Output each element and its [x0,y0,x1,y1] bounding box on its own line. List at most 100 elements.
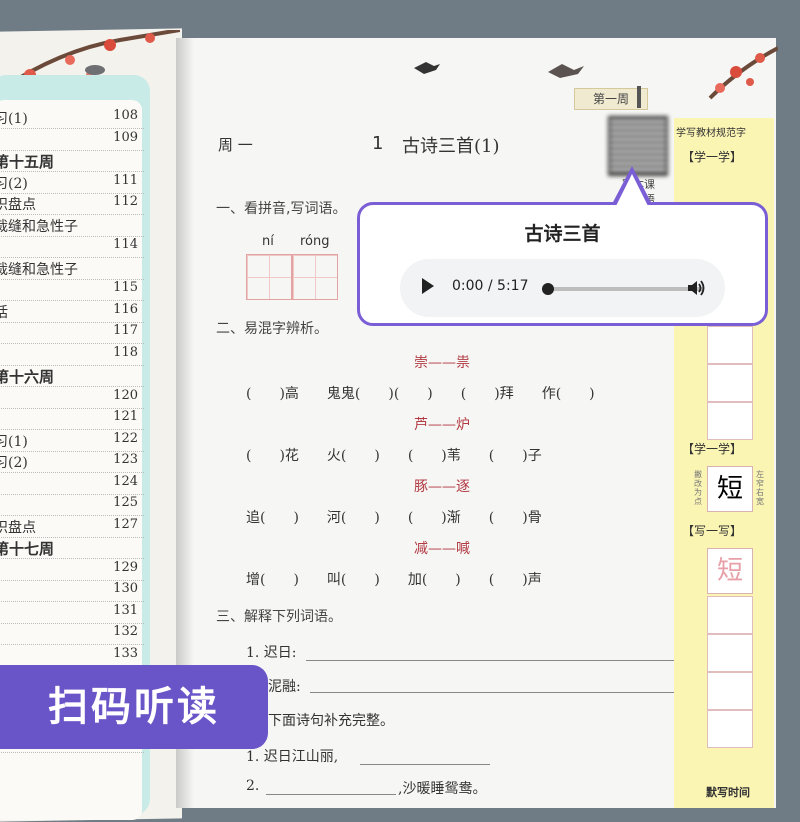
poem-item: ,沙暖睡鸳鸯。 [398,781,487,797]
toc-entry: 括 116 [0,302,144,324]
toc-entry-page: 131 [113,602,138,618]
toc-entry-page: 115 [113,280,138,295]
progress-thumb[interactable] [542,283,554,295]
toc-entry: 识盘点 112 [0,194,144,216]
write-label: 【写一写】 [682,524,743,538]
toc-entry: 132 [0,624,144,646]
toc-entry-page: 116 [113,301,138,317]
toc-entry-page: 125 [113,495,138,510]
define-item: 泥融: [268,679,301,695]
trace-character: 短 [707,548,753,594]
bird-icon [414,62,440,74]
answer-line[interactable] [310,692,682,693]
toc-entry-page: 114 [113,237,138,252]
toc-entry: 130 [0,581,144,603]
fill-row: 增( ) 叫( ) 加( ) ( )声 [246,572,542,588]
practice-grid[interactable] [707,596,753,634]
toc-entry-title: 第十七周 [0,540,55,558]
toc-entry: 120 [0,388,144,410]
popup-pointer-fill [616,174,648,206]
lesson-title: 古诗三首(1) [402,136,500,157]
fill-row: ( )高 鬼鬼( )( ) ( )拜 作( ) [246,386,595,402]
writing-grid-box[interactable] [246,254,292,300]
define-item: 1. 迟日: [246,645,297,661]
toc-entry: 第十七周 [0,538,144,560]
toc-entry-title: 习(2) [0,175,28,192]
toc-entry-page: 124 [113,473,138,489]
toc-entry-title: 识盘点 [0,197,36,213]
toc-entry: 114 [0,237,144,259]
volume-icon[interactable] [686,278,706,298]
char-pair: 芦——炉 [414,417,470,433]
answer-line[interactable] [266,794,396,795]
toc-entry: 124 [0,474,144,496]
toc-entry: 习(1) 108 [0,108,144,130]
toc-entry: 识盘点 127 [0,517,144,539]
char-pair: 减——喊 [414,541,470,557]
toc-entry-title: 习(1) [0,111,28,127]
toc-entry: 裁缝和急性子 [0,216,144,238]
toc-entry: 115 [0,280,144,302]
toc-entry-page: 120 [113,387,138,403]
practice-grid[interactable] [707,710,753,748]
audio-player: 0:00 / 5:17 [400,259,725,317]
poem-item-number: 2. [246,778,260,794]
fill-row: 追( ) 河( ) ( )渐 ( )骨 [246,510,542,526]
toc-entry-page: 117 [113,323,138,338]
learn-label: 【学一学】 [682,150,743,164]
section-poem-heading: 下面诗句补充完整。 [268,713,394,729]
toc-entry: 129 [0,560,144,582]
practice-grid[interactable] [707,634,753,672]
toc-entry-title: 习(2) [0,455,28,471]
week-marker [637,86,641,108]
practice-grid[interactable] [707,402,753,440]
toc-entry: 第十六周 [0,366,144,388]
practice-grid[interactable] [707,672,753,710]
pinyin-syllable: róng [300,234,330,249]
toc-entry: 125 [0,495,144,517]
toc-entry-title: 裁缝和急性子 [0,261,78,278]
toc-entry-page: 108 [113,108,138,123]
toc-entry-title: 第十五周 [0,153,55,171]
toc-entry: 121 [0,409,144,431]
toc-entry: 习(1) 122 [0,431,144,453]
toc-entry-page: 109 [113,129,138,145]
toc-entry-page: 133 [113,645,138,661]
pinyin-syllable: ní [262,234,274,249]
dictation-time-label: 默写时间 [706,786,750,799]
toc-entry-title: 括 [0,304,8,321]
toc-entry-page: 112 [113,194,138,209]
practice-grid[interactable] [707,364,753,402]
toc-entry-page: 121 [113,409,138,424]
char-pair: 崇——祟 [414,355,470,371]
toc-entry: 131 [0,603,144,625]
time-readout: 0:00 / 5:17 [452,278,529,294]
answer-line[interactable] [360,764,490,765]
structure-note: 左窄右宽 [756,470,764,506]
practice-grid[interactable] [707,326,753,364]
toc-entry: 118 [0,345,144,367]
fill-row: ( )花 火( ) ( )苇 ( )子 [246,448,542,464]
toc-entry-page: 129 [113,559,138,575]
plum-blossom-branch-illustration [708,46,778,100]
toc-entry-title: 识盘点 [0,519,36,536]
learn-label: 【学一学】 [682,442,743,456]
stroke-note: 撇改为点 [694,470,702,506]
toc-entry: 117 [0,323,144,345]
toc-entry-page: 122 [113,430,138,446]
section-confusable-heading: 二、易混字辨析。 [216,321,328,337]
lesson-number: 1 [372,133,384,154]
play-icon[interactable] [422,278,434,294]
toc-entry-page: 118 [113,344,138,360]
answer-line[interactable] [306,660,682,661]
progress-track[interactable] [546,287,704,291]
toc-entry-page: 111 [113,172,138,188]
popup-title: 古诗三首 [524,223,601,245]
toc-entry-page: 130 [113,581,138,596]
toc-entry-title: 裁缝和急性子 [0,218,78,235]
practice-column-header: 学写教材规范字 [676,128,746,139]
char-pair: 豚——逐 [414,479,470,495]
writing-grid-box[interactable] [292,254,338,300]
section-pinyin-heading: 一、看拼音,写词语。 [216,201,347,217]
scan-to-listen-badge: 扫码听读 [0,665,268,749]
